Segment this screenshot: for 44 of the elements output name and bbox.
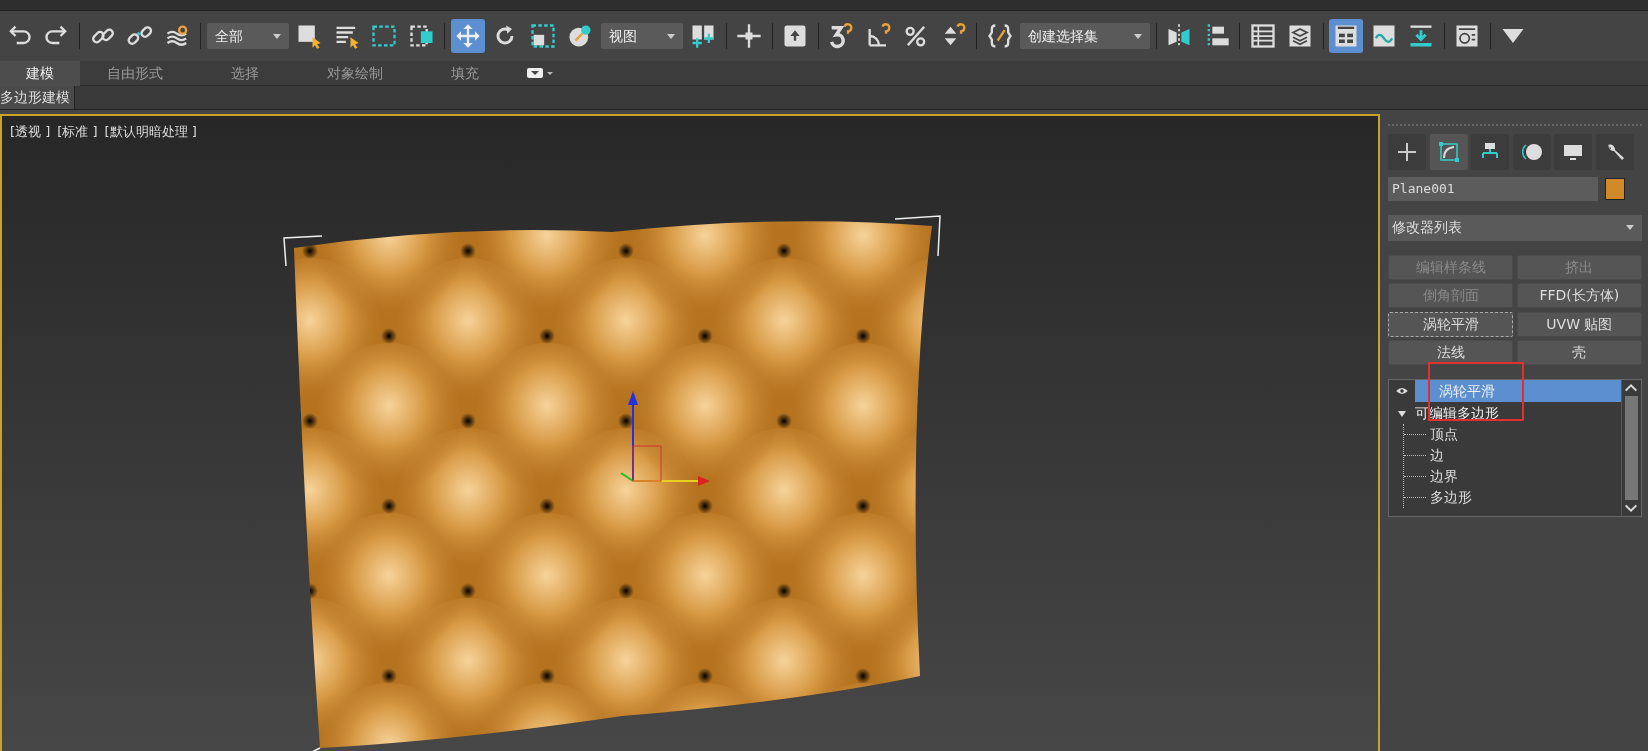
modifier-button[interactable]: 法线	[1388, 340, 1514, 365]
sub-object-item[interactable]: 多边形	[1430, 487, 1472, 508]
snap-three-icon	[827, 22, 855, 50]
ribbon-tab[interactable]: 填充	[410, 60, 520, 86]
ribbon-tab[interactable]: 自由形式	[80, 60, 190, 86]
sub-object-item[interactable]: 边界	[1430, 466, 1458, 487]
panel-tab[interactable]	[1512, 133, 1551, 170]
table-icon	[1248, 22, 1277, 50]
viewport-label[interactable]: [透视 ]	[10, 121, 51, 141]
modifier-button[interactable]: UVW 贴图	[1516, 311, 1642, 337]
viewport-label[interactable]: [默认明暗处理 ]	[104, 121, 197, 141]
modifier-dropdown[interactable]: 修改器列表	[1388, 214, 1642, 241]
ribbon-tab[interactable]: 建模	[0, 60, 80, 86]
panel-tab[interactable]	[1388, 133, 1426, 170]
panel-tab[interactable]	[1554, 133, 1592, 170]
modifier-button[interactable]: 涡轮平滑	[1388, 311, 1514, 337]
ribbon-tab[interactable]: 对象绘制	[300, 60, 410, 86]
caret-icon	[525, 65, 555, 81]
panel-tab[interactable]	[1471, 133, 1509, 170]
panel-label[interactable]: 多边形建模	[0, 86, 75, 109]
dropdown[interactable]: 全部	[206, 23, 289, 49]
panel-tab[interactable]	[1595, 133, 1634, 170]
modifier-button[interactable]: FFD(长方体)	[1516, 283, 1642, 308]
color-swatch[interactable]	[1605, 177, 1625, 200]
panel-tab[interactable]	[1429, 133, 1468, 170]
toolbar-button[interactable]	[450, 19, 485, 53]
scrollbar[interactable]	[1621, 380, 1641, 516]
triangle-down-icon[interactable]	[1397, 408, 1407, 419]
viewport[interactable]: [透视 ] [标准 ] [默认明暗处理 ]	[0, 113, 1380, 751]
modifier-button[interactable]: 壳	[1516, 340, 1642, 365]
transform-gizmo-drawing[interactable]	[620, 390, 710, 486]
crosshair-icon	[735, 22, 763, 50]
sub-object-item[interactable]: 顶点	[1430, 424, 1458, 445]
scale-icon	[528, 22, 557, 50]
dropdown[interactable]: 创建选择集	[1020, 23, 1150, 49]
toolbar-button[interactable]	[1329, 19, 1363, 53]
name-field[interactable]: Plane001	[1388, 176, 1598, 201]
tufted-cushion-drawing[interactable]	[283, 214, 941, 751]
viewport-label[interactable]: [标准 ]	[57, 121, 98, 141]
braces-icon	[985, 22, 1014, 50]
dropdown[interactable]: 视图	[600, 23, 683, 49]
ribbon-tab[interactable]: 选择	[190, 60, 300, 86]
sub-object-item[interactable]: 边	[1430, 445, 1444, 466]
curve-box-icon	[1436, 139, 1461, 164]
